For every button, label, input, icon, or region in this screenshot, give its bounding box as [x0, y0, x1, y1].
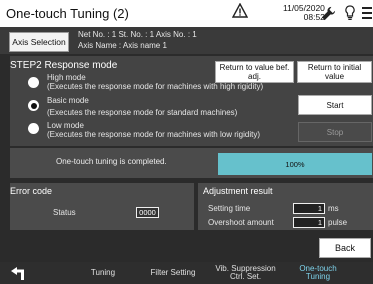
warning-icon[interactable] [232, 3, 248, 19]
stop-button[interactable]: Stop [298, 122, 372, 142]
progress-percent: 100% [285, 159, 305, 169]
high-mode-desc: (Executes the response mode for machines… [47, 82, 264, 91]
return-initial-value-button[interactable]: Return to initial value [297, 61, 372, 83]
axis-bar: Axis Selection Net No. : 1 St. No. : 1 A… [0, 27, 373, 54]
tab-filter-setting[interactable]: Filter Setting [144, 262, 202, 284]
title-bar: One-touch Tuning (2) 11/05/2020 08:52 [0, 0, 373, 27]
datetime: 11/05/2020 08:52 [283, 4, 325, 22]
response-mode-title: STEP2 Response mode [10, 60, 118, 71]
progress-bar: 100% [218, 153, 372, 175]
basic-mode-desc: (Executes the response mode for standard… [47, 108, 238, 117]
lightbulb-icon[interactable] [345, 5, 355, 21]
low-mode-radio[interactable] [28, 123, 39, 134]
tab-vib-suppression[interactable]: Vib. Suppression Ctrl. Set. [208, 262, 283, 284]
basic-mode-label: Basic mode [47, 96, 89, 105]
basic-mode-radio[interactable] [28, 100, 39, 111]
error-code-title: Error code [10, 186, 53, 196]
status-value: 0000 [136, 207, 159, 218]
return-before-adjustment-button[interactable]: Return to value bef. adj. [215, 61, 294, 83]
overshoot-amount-unit: pulse [328, 218, 348, 227]
wrench-icon[interactable] [321, 6, 336, 21]
return-arrow-icon[interactable] [9, 267, 26, 280]
back-button[interactable]: Back [319, 238, 371, 258]
low-mode-label: Low mode [47, 121, 84, 130]
overshoot-amount-label: Overshoot amount [208, 218, 274, 227]
setting-time-unit: ms [328, 204, 339, 213]
high-mode-label: High mode [47, 73, 86, 82]
axis-numbers: Net No. : 1 St. No. : 1 Axis No. : 1 [78, 30, 197, 39]
setting-time-label: Setting time [208, 204, 251, 213]
progress-message: One-touch tuning is completed. [56, 157, 167, 166]
low-mode-desc: (Executes the response mode for machines… [47, 130, 260, 139]
tab-tuning[interactable]: Tuning [78, 262, 128, 284]
axis-name: Axis Name : Axis name 1 [78, 41, 167, 50]
status-label: Status [53, 208, 76, 217]
menu-icon[interactable] [362, 7, 372, 19]
high-mode-radio[interactable] [28, 77, 39, 88]
overshoot-amount-value: 1 [293, 217, 325, 228]
time-text: 08:52 [303, 12, 325, 22]
page-title: One-touch Tuning (2) [6, 6, 129, 21]
setting-time-value: 1 [293, 203, 325, 214]
start-button[interactable]: Start [298, 95, 372, 115]
adjustment-result-title: Adjustment result [203, 186, 273, 196]
axis-selection-button[interactable]: Axis Selection [9, 32, 69, 52]
tab-one-touch-tuning[interactable]: One-touch Tuning [290, 262, 346, 284]
